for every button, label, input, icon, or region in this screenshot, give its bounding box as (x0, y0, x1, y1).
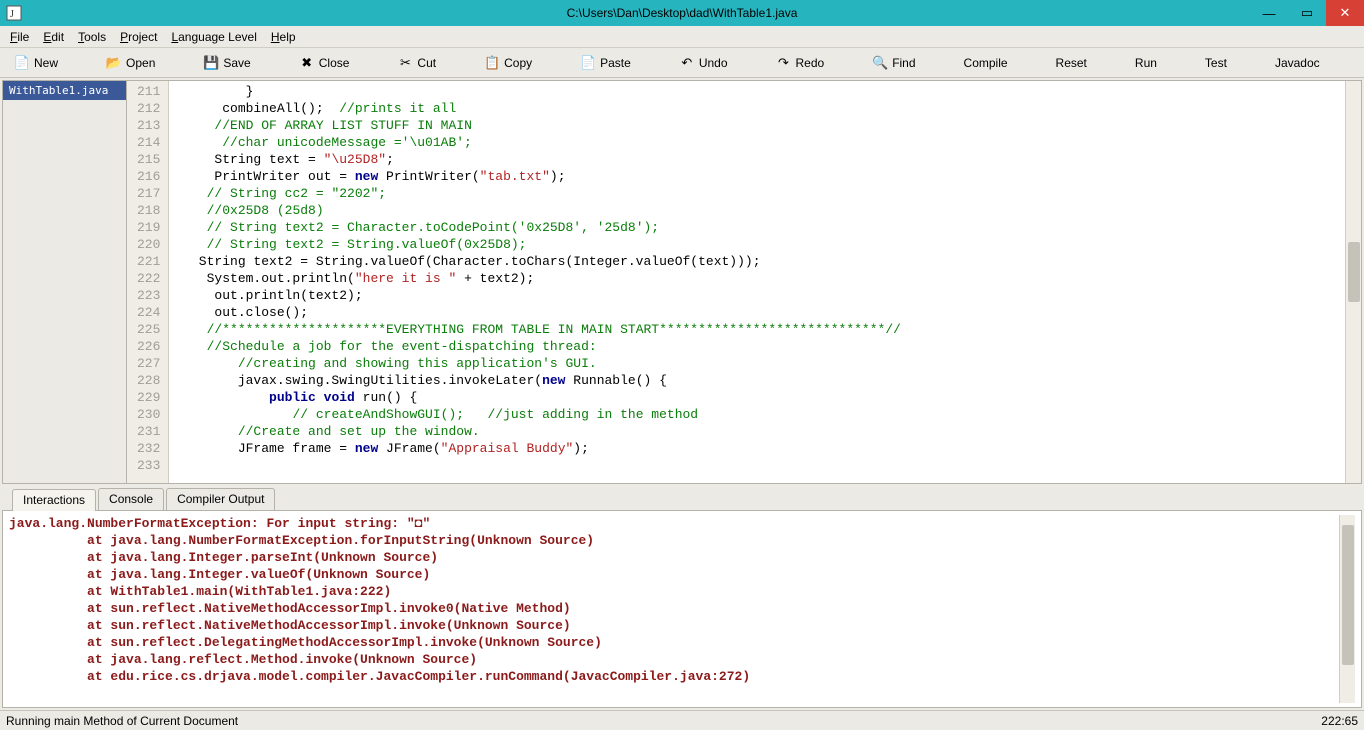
tool-label: Reset (1056, 56, 1087, 70)
code-line: public void run() { (175, 389, 1339, 406)
tool-label: New (34, 56, 58, 70)
code-line: javax.swing.SwingUtilities.invokeLater(n… (175, 372, 1339, 389)
toolbar: 📄 New 📂 Open 💾 Save ✖ Close ✂ Cut 📋 Copy 📄 Paste ↶ Undo… (0, 48, 1364, 78)
menu-language-level[interactable]: Language Level (165, 28, 262, 46)
tab-console[interactable]: Console (98, 488, 164, 510)
statusbar: Running main Method of Current Document … (0, 710, 1364, 730)
bottom-panel: InteractionsConsoleCompiler Output java.… (2, 488, 1362, 708)
tool-label: Paste (600, 56, 631, 70)
editor[interactable]: 211 212 213 214 215 216 217 218 219 220 … (127, 81, 1361, 483)
tool-label: Close (319, 56, 350, 70)
tool-label: Cut (417, 56, 436, 70)
tool-new[interactable]: 📄 New (14, 55, 58, 71)
new-icon: 📄 (14, 55, 30, 71)
code-line: //Create and set up the window. (175, 423, 1339, 440)
bottom-tabs: InteractionsConsoleCompiler Output (2, 488, 1362, 510)
tool-cut[interactable]: ✂ Cut (397, 55, 436, 71)
tool-label: Run (1135, 56, 1157, 70)
redo-icon: ↷ (776, 55, 792, 71)
cut-icon: ✂ (397, 55, 413, 71)
tool-test[interactable]: Test (1205, 56, 1227, 70)
tool-label: Copy (504, 56, 532, 70)
titlebar: J C:\Users\Dan\Desktop\dad\WithTable1.ja… (0, 0, 1364, 26)
code-line: // String text2 = String.valueOf(0x25D8)… (175, 236, 1339, 253)
code-line: out.println(text2); (175, 287, 1339, 304)
tool-copy[interactable]: 📋 Copy (484, 55, 532, 71)
open-icon: 📂 (106, 55, 122, 71)
tool-label: Find (892, 56, 915, 70)
tool-label: Save (223, 56, 250, 70)
console-text: java.lang.NumberFormatException: For inp… (9, 515, 1339, 703)
code-line: out.close(); (175, 304, 1339, 321)
window-title: C:\Users\Dan\Desktop\dad\WithTable1.java (0, 6, 1364, 20)
tool-label: Open (126, 56, 155, 70)
tool-open[interactable]: 📂 Open (106, 55, 155, 71)
menu-tools[interactable]: Tools (72, 28, 112, 46)
tool-reset[interactable]: Reset (1056, 56, 1087, 70)
console-output[interactable]: java.lang.NumberFormatException: For inp… (2, 510, 1362, 708)
code-line: //creating and showing this application'… (175, 355, 1339, 372)
menu-help[interactable]: Help (265, 28, 302, 46)
tool-label: Test (1205, 56, 1227, 70)
undo-icon: ↶ (679, 55, 695, 71)
code-line: //0x25D8 (25d8) (175, 202, 1339, 219)
code-line: //char unicodeMessage ='\u01AB'; (175, 134, 1339, 151)
code-area[interactable]: } combineAll(); //prints it all //END OF… (169, 81, 1345, 483)
tool-label: Undo (699, 56, 728, 70)
tab-compiler-output[interactable]: Compiler Output (166, 488, 275, 510)
copy-icon: 📋 (484, 55, 500, 71)
code-line: combineAll(); //prints it all (175, 100, 1339, 117)
tool-label: Javadoc (1275, 56, 1320, 70)
find-icon: 🔍 (872, 55, 888, 71)
menu-project[interactable]: Project (114, 28, 163, 46)
tool-save[interactable]: 💾 Save (203, 55, 250, 71)
scrollbar-thumb[interactable] (1348, 242, 1360, 302)
code-line: PrintWriter out = new PrintWriter("tab.t… (175, 168, 1339, 185)
paste-icon: 📄 (580, 55, 596, 71)
menu-edit[interactable]: Edit (37, 28, 70, 46)
code-line: String text = "\u25D8"; (175, 151, 1339, 168)
tool-redo[interactable]: ↷ Redo (776, 55, 825, 71)
tool-label: Compile (964, 56, 1008, 70)
code-line: String text2 = String.valueOf(Character.… (175, 253, 1339, 270)
code-line: //*********************EVERYTHING FROM T… (175, 321, 1339, 338)
menu-file[interactable]: File (4, 28, 35, 46)
sidebar-file-tab[interactable]: WithTable1.java (3, 81, 126, 100)
line-gutter: 211 212 213 214 215 216 217 218 219 220 … (127, 81, 169, 483)
tool-label: Redo (796, 56, 825, 70)
tab-interactions[interactable]: Interactions (12, 489, 96, 511)
code-line: // createAndShowGUI(); //just adding in … (175, 406, 1339, 423)
close-icon: ✖ (299, 55, 315, 71)
save-icon: 💾 (203, 55, 219, 71)
editor-scrollbar[interactable] (1345, 81, 1361, 483)
code-line: } (175, 83, 1339, 100)
code-line: //Schedule a job for the event-dispatchi… (175, 338, 1339, 355)
tool-find[interactable]: 🔍 Find (872, 55, 915, 71)
tool-javadoc[interactable]: Javadoc (1275, 56, 1320, 70)
console-scrollbar-thumb[interactable] (1342, 525, 1354, 665)
code-line: JFrame frame = new JFrame("Appraisal Bud… (175, 440, 1339, 457)
menubar: FileEditToolsProjectLanguage LevelHelp (0, 26, 1364, 48)
tool-run[interactable]: Run (1135, 56, 1157, 70)
tool-close[interactable]: ✖ Close (299, 55, 350, 71)
code-line: System.out.println("here it is " + text2… (175, 270, 1339, 287)
status-message: Running main Method of Current Document (6, 714, 238, 728)
main-area: WithTable1.java 211 212 213 214 215 216 … (2, 80, 1362, 484)
cursor-position: 222:65 (1321, 714, 1358, 728)
tool-undo[interactable]: ↶ Undo (679, 55, 728, 71)
code-line: // String cc2 = "2202"; (175, 185, 1339, 202)
console-scrollbar[interactable] (1339, 515, 1355, 703)
tool-compile[interactable]: Compile (964, 56, 1008, 70)
file-sidebar: WithTable1.java (3, 81, 127, 483)
code-line: // String text2 = Character.toCodePoint(… (175, 219, 1339, 236)
tool-paste[interactable]: 📄 Paste (580, 55, 631, 71)
code-line: //END OF ARRAY LIST STUFF IN MAIN (175, 117, 1339, 134)
